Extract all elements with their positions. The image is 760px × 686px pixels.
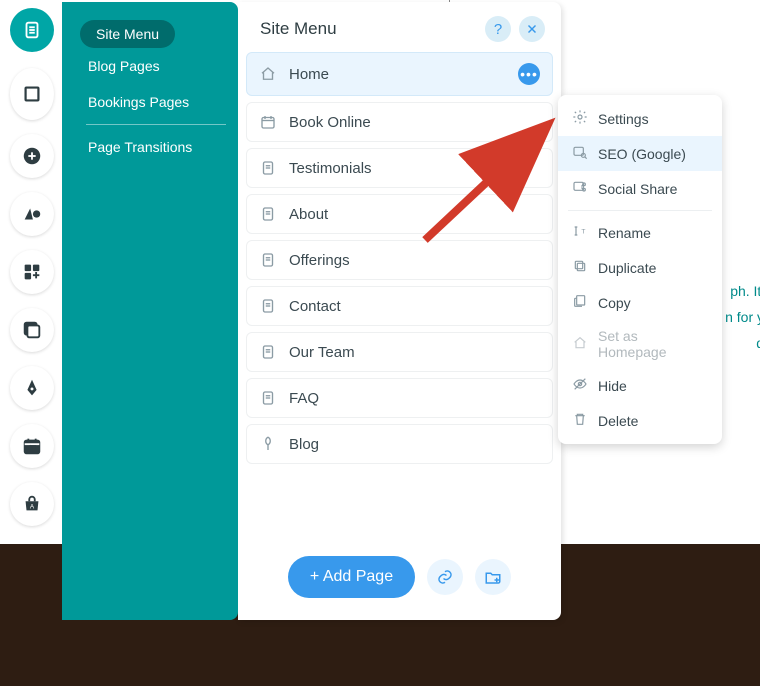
page-row[interactable]: FAQ — [246, 378, 553, 418]
sidebar-separator — [86, 124, 226, 125]
help-icon[interactable]: ? — [485, 16, 511, 42]
menu-item[interactable]: SEO (Google) — [558, 136, 722, 171]
page-row[interactable]: Our Team — [246, 332, 553, 372]
page-row[interactable]: Contact — [246, 286, 553, 326]
rail-pen-icon[interactable] — [10, 366, 54, 410]
add-link-icon[interactable] — [427, 559, 463, 595]
page-row[interactable]: Testimonials — [246, 148, 553, 188]
menu-item-label: Settings — [598, 111, 649, 127]
rail-pages-icon[interactable] — [10, 8, 54, 52]
hide-icon — [572, 376, 588, 395]
page-row[interactable]: Book Online — [246, 102, 553, 142]
rail-media-icon[interactable] — [10, 308, 54, 352]
rail-theme-icon[interactable] — [10, 192, 54, 236]
page-context-menu: Settings SEO (Google) Social Share T Rename D… — [558, 95, 722, 444]
sidebar-item-bookings-pages[interactable]: Bookings Pages — [80, 84, 226, 120]
page-label: Book Online — [289, 114, 371, 131]
copy-icon — [572, 293, 588, 312]
page-list: Home ••• Book Online Testimonials About Offer… — [238, 52, 561, 544]
rail-apps-icon[interactable] — [10, 250, 54, 294]
rail-section-icon[interactable] — [10, 68, 54, 120]
page-row[interactable]: Offerings — [246, 240, 553, 280]
menu-item-label: Copy — [598, 295, 631, 311]
svg-text:T: T — [581, 229, 585, 236]
share-icon — [572, 179, 588, 198]
sidebar-title-pill[interactable]: Site Menu — [80, 20, 175, 48]
gear-icon — [572, 109, 588, 128]
panel-footer: + Add Page — [238, 544, 561, 620]
page-row[interactable]: Home ••• — [246, 52, 553, 96]
panel-title: Site Menu — [260, 19, 337, 39]
close-icon[interactable] — [519, 16, 545, 42]
page-label: About — [289, 206, 328, 223]
sidebar-panel: Site Menu Blog Pages Bookings Pages Page… — [62, 2, 238, 620]
menu-item-label: Hide — [598, 378, 627, 394]
menu-item-label: SEO (Google) — [598, 146, 686, 162]
menu-item[interactable]: Duplicate — [558, 250, 722, 285]
page-label: Blog — [289, 436, 319, 453]
menu-item[interactable]: Hide — [558, 368, 722, 403]
menu-item: Set as Homepage — [558, 320, 722, 368]
more-icon[interactable]: ••• — [518, 63, 540, 85]
page-label: Contact — [289, 298, 341, 315]
rail-booking-icon[interactable]: 17 — [10, 424, 54, 468]
add-page-button[interactable]: + Add Page — [288, 556, 415, 598]
duplicate-icon — [572, 258, 588, 277]
menu-item[interactable]: Copy — [558, 285, 722, 320]
page-label: Our Team — [289, 344, 355, 361]
menu-item[interactable]: T Rename — [558, 215, 722, 250]
menu-item-label: Set as Homepage — [598, 328, 708, 360]
page-row[interactable]: About — [246, 194, 553, 234]
page-label: Testimonials — [289, 160, 372, 177]
home-icon — [572, 335, 588, 354]
rail-store-icon[interactable]: A — [10, 482, 54, 526]
rename-icon: T — [572, 223, 588, 242]
page-row[interactable]: Blog — [246, 424, 553, 464]
menu-item-label: Duplicate — [598, 260, 656, 276]
menu-item[interactable]: Delete — [558, 403, 722, 438]
svg-text:A: A — [30, 504, 35, 511]
site-menu-panel: Site Menu ? Home ••• Book Online Testimonia… — [238, 2, 561, 620]
menu-item[interactable]: Settings — [558, 101, 722, 136]
page-label: Home — [289, 66, 329, 83]
menu-item-label: Delete — [598, 413, 638, 429]
delete-icon — [572, 411, 588, 430]
page-label: FAQ — [289, 390, 319, 407]
left-tool-rail: 17 A — [10, 8, 54, 526]
page-content-peek: ph. It' n for y q — [720, 278, 760, 356]
menu-item[interactable]: Social Share — [558, 171, 722, 206]
page-label: Offerings — [289, 252, 350, 269]
rail-add-icon[interactable] — [10, 134, 54, 178]
menu-item-label: Social Share — [598, 181, 677, 197]
add-folder-icon[interactable] — [475, 559, 511, 595]
sidebar-item-blog-pages[interactable]: Blog Pages — [80, 48, 226, 84]
menu-item-label: Rename — [598, 225, 651, 241]
seo-icon — [572, 144, 588, 163]
sidebar-item-page-transitions[interactable]: Page Transitions — [80, 129, 226, 165]
svg-text:17: 17 — [28, 446, 36, 453]
